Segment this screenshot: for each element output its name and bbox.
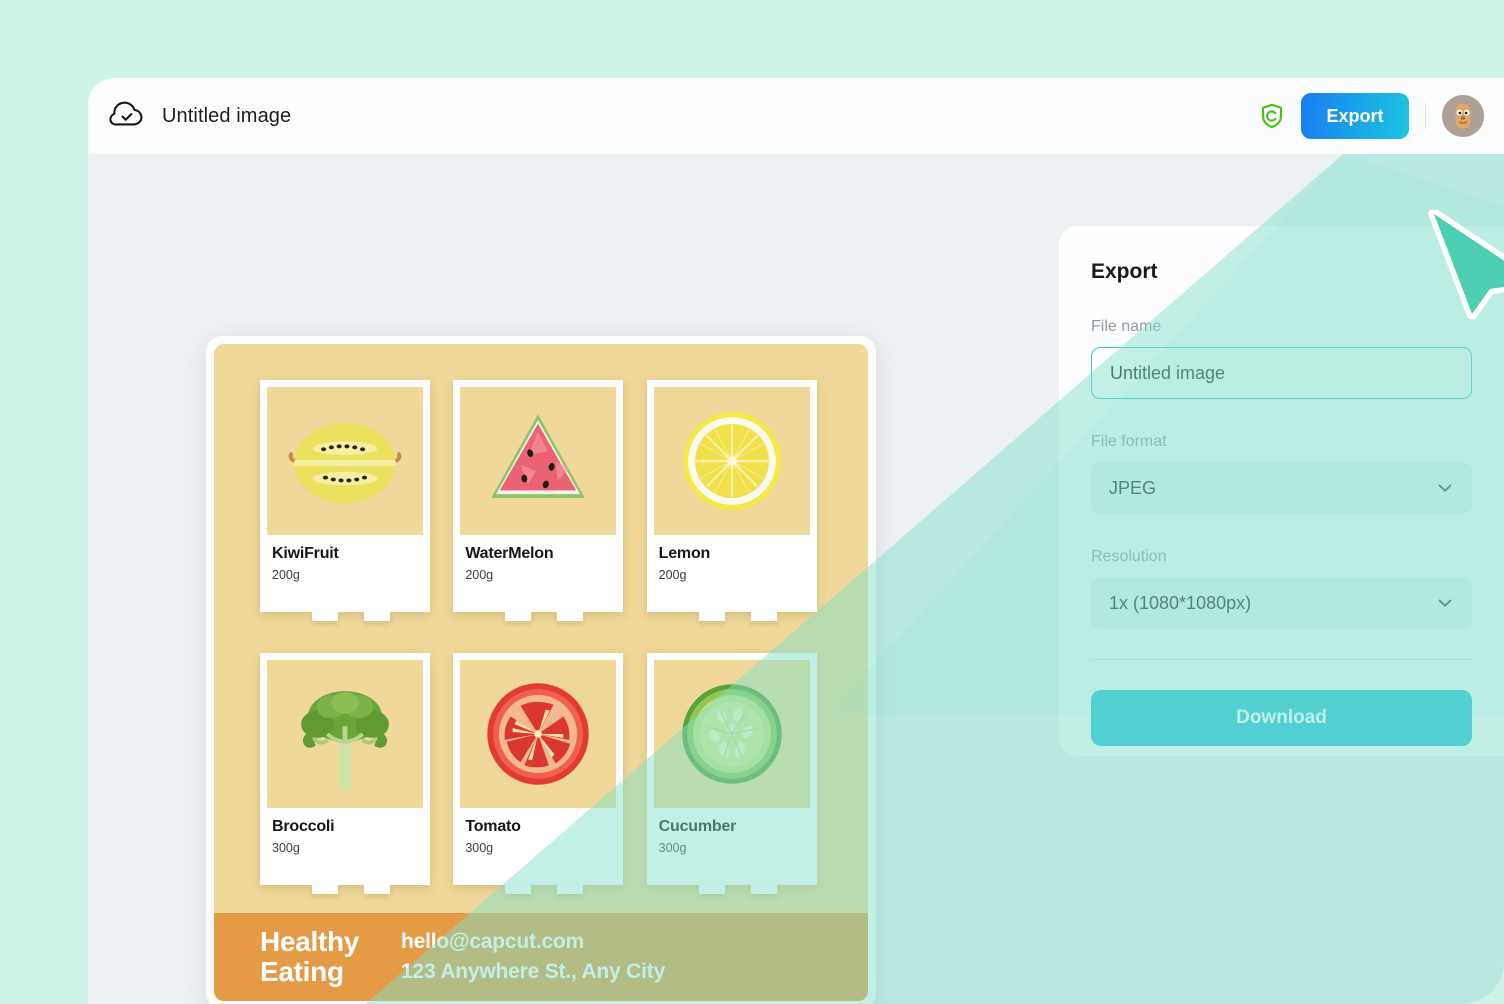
card-tabs: [260, 884, 430, 894]
document-title[interactable]: Untitled image: [162, 105, 291, 128]
food-card-weight: 300g: [658, 840, 687, 855]
design-brand-line-1: Healthy: [260, 926, 360, 958]
food-card[interactable]: KiwiFruit 200g: [260, 380, 430, 621]
card-tab: [557, 612, 584, 621]
food-card-meta: Lemon 200g: [654, 535, 810, 582]
card-tab: [698, 612, 725, 621]
cucumber-photo: [653, 659, 810, 808]
card-tab: [750, 884, 777, 894]
food-card-name: Broccoli: [272, 817, 335, 835]
header-actions: Export: [1259, 78, 1484, 154]
food-card-meta: Tomato 300g: [460, 808, 616, 855]
food-card-name: Tomato: [465, 817, 521, 835]
resolution-value: 1x (1080*1080px): [1109, 592, 1252, 613]
card-tabs: [453, 884, 623, 894]
chevron-down-icon: [1436, 594, 1454, 612]
food-card-name: Cucumber: [658, 817, 737, 835]
editor-canvas[interactable]: KiwiFruit 200g WaterMelon 200g Lemon 200…: [88, 154, 1504, 1004]
food-card-meta: Cucumber 300g: [654, 808, 810, 855]
card-tab: [364, 884, 390, 894]
food-card-grid: KiwiFruit 200g WaterMelon 200g Lemon 200…: [214, 344, 868, 913]
card-tabs: [647, 884, 817, 894]
food-card-meta: Broccoli 300g: [267, 808, 423, 855]
food-card-weight: 300g: [272, 840, 300, 855]
tomato-photo: [460, 659, 617, 808]
food-card-weight: 300g: [465, 840, 494, 855]
card-tab: [505, 612, 532, 621]
document-identity: Untitled image: [88, 97, 291, 135]
food-card-meta: WaterMelon 200g: [460, 535, 616, 582]
resolution-label: Resolution: [1091, 548, 1167, 565]
app-window: Untitled image Export KiwiFruit 200g Wat…: [88, 78, 1504, 1004]
food-card[interactable]: Cucumber 300g: [646, 652, 817, 894]
food-card-name: KiwiFruit: [272, 545, 339, 562]
file-name-input[interactable]: [1091, 347, 1472, 399]
card-tab: [312, 884, 338, 894]
card-tab: [557, 884, 584, 894]
food-card[interactable]: Broccoli 300g: [260, 652, 430, 894]
kiwifruit-photo: [267, 387, 423, 535]
food-card-name: WaterMelon: [465, 545, 554, 562]
page-backdrop: Untitled image Export KiwiFruit 200g Wat…: [0, 0, 1504, 1004]
food-card-name: Lemon: [658, 545, 711, 562]
card-tab: [698, 884, 725, 894]
food-card-weight: 200g: [658, 568, 687, 582]
shield-c-icon[interactable]: [1259, 103, 1285, 129]
design-footer-banner: Healthy Eating hello@capcut.com 123 Anyw…: [214, 913, 868, 1001]
chevron-down-icon: [1436, 479, 1454, 497]
design-artboard-inner: KiwiFruit 200g WaterMelon 200g Lemon 200…: [214, 344, 868, 1001]
file-name-label: File name: [1091, 318, 1162, 335]
card-tabs: [453, 612, 623, 621]
design-address: 123 Anywhere St., Any City: [401, 960, 666, 983]
app-header: Untitled image Export: [88, 78, 1504, 154]
food-card-weight: 200g: [272, 568, 300, 582]
card-tab: [364, 612, 390, 621]
card-tabs: [260, 612, 430, 621]
design-email: hello@capcut.com: [401, 930, 585, 954]
design-artboard[interactable]: KiwiFruit 200g WaterMelon 200g Lemon 200…: [206, 336, 876, 1004]
food-card[interactable]: WaterMelon 200g: [453, 380, 624, 621]
design-contact: hello@capcut.com 123 Anywhere St., Any C…: [401, 927, 665, 987]
food-card-meta: KiwiFruit 200g: [267, 535, 423, 582]
download-button[interactable]: Download: [1091, 690, 1472, 746]
user-avatar[interactable]: [1442, 95, 1484, 137]
card-tab: [750, 612, 777, 621]
export-panel-title: Export: [1091, 260, 1158, 283]
card-tabs: [647, 612, 817, 621]
card-tab: [505, 884, 532, 894]
cloud-check-icon: [108, 97, 146, 135]
file-format-value: JPEG: [1109, 477, 1157, 498]
watermelon-photo: [460, 387, 617, 535]
design-brand-line-2: Eating: [260, 956, 344, 987]
card-tab: [312, 612, 338, 621]
export-button[interactable]: Export: [1301, 93, 1409, 139]
food-card-weight: 200g: [465, 568, 494, 582]
food-card[interactable]: Lemon 200g: [646, 380, 817, 621]
export-panel-divider: [1091, 659, 1472, 660]
file-format-label: File format: [1091, 433, 1167, 450]
food-card[interactable]: Tomato 300g: [453, 652, 624, 894]
design-brand: Healthy Eating: [260, 927, 359, 986]
header-divider: [1425, 103, 1426, 129]
resolution-select[interactable]: 1x (1080*1080px): [1091, 577, 1472, 629]
export-panel: Export File name File format JPEG Resolu…: [1059, 226, 1504, 756]
broccoli-photo: [267, 659, 423, 808]
file-format-select[interactable]: JPEG: [1091, 462, 1472, 514]
lemon-photo: [653, 387, 810, 535]
